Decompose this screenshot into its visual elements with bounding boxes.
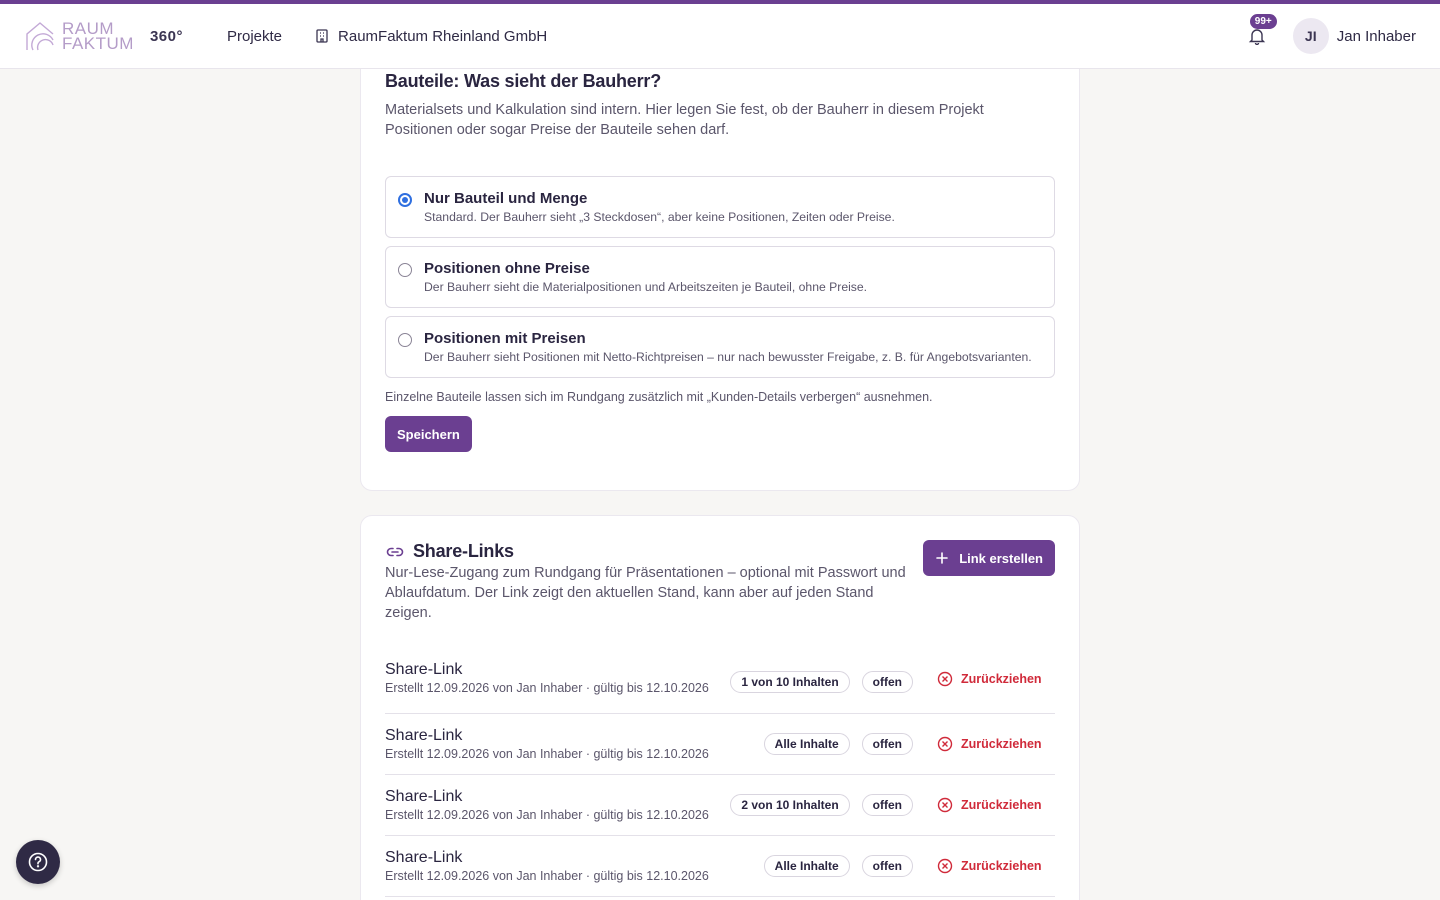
x-circle-icon bbox=[937, 858, 953, 874]
share-link-info: Share-Link Erstellt 12.09.2026 von Jan I… bbox=[385, 849, 752, 883]
scope-badge: 2 von 10 Inhalten bbox=[730, 794, 850, 816]
logo-wordmark: RAUM FAKTUM bbox=[62, 20, 134, 53]
question-circle-icon bbox=[28, 852, 48, 872]
revoke-label: Zurückziehen bbox=[961, 859, 1042, 873]
create-link-button[interactable]: Link erstellen bbox=[923, 540, 1055, 576]
company-switcher[interactable]: RaumFaktum Rheinland GmbH bbox=[314, 28, 547, 45]
share-link-title: Share-Link bbox=[385, 788, 463, 805]
share-link-meta: Erstellt 12.09.2026 von Jan Inhaber · gü… bbox=[385, 808, 709, 822]
share-links-description: Nur-Lese-Zugang zum Rundgang für Präsent… bbox=[385, 565, 906, 621]
share-links-card: Share-Links Nur-Lese-Zugang zum Rundgang… bbox=[360, 515, 1080, 900]
create-link-label: Link erstellen bbox=[959, 550, 1043, 566]
bell-icon bbox=[1248, 29, 1265, 45]
save-button[interactable]: Speichern bbox=[385, 416, 472, 452]
status-badge: offen bbox=[861, 733, 913, 755]
share-link-row: Share-Link Erstellt 12.09.2026 von Jan I… bbox=[385, 714, 1055, 775]
option-subtitle: Der Bauherr sieht Positionen mit Netto-R… bbox=[424, 350, 1032, 364]
nav-projects-link[interactable]: Projekte bbox=[227, 28, 282, 45]
radio-positions-no-prices[interactable] bbox=[398, 263, 412, 277]
share-link-title: Share-Link bbox=[385, 727, 463, 744]
visibility-description: Materialsets und Kalkulation sind intern… bbox=[385, 102, 984, 138]
option-positions-with-prices[interactable]: Positionen mit Preisen Der Bauherr sieht… bbox=[385, 316, 1055, 378]
logo-line-2: FAKTUM bbox=[62, 34, 134, 53]
header-right: 99+ JI Jan Inhaber bbox=[1243, 14, 1416, 54]
share-title-row: Share-Links bbox=[385, 541, 921, 562]
share-link-title: Share-Link bbox=[385, 661, 463, 678]
share-link-row: Share-Link Erstellt 12.09.2026 von Jan I… bbox=[385, 836, 1055, 897]
share-link-row: Share-Link Erstellt 12.09.2026 von Jan I… bbox=[385, 659, 1055, 714]
logo[interactable]: RAUM FAKTUM bbox=[24, 20, 134, 52]
revoke-button[interactable]: Zurückziehen bbox=[937, 736, 1055, 752]
share-links-title: Share-Links bbox=[413, 541, 514, 561]
building-icon bbox=[316, 29, 328, 43]
x-circle-icon bbox=[937, 736, 953, 752]
scope-badge: Alle Inhalte bbox=[763, 855, 850, 877]
house-logo-icon bbox=[26, 22, 54, 51]
plus-icon bbox=[936, 552, 948, 564]
revoke-label: Zurückziehen bbox=[961, 672, 1042, 686]
share-link-title: Share-Link bbox=[385, 849, 463, 866]
x-circle-icon bbox=[937, 797, 953, 813]
scope-badge: 1 von 10 Inhalten bbox=[730, 671, 850, 693]
help-button[interactable] bbox=[16, 840, 60, 884]
brand-360-label: 360° bbox=[149, 27, 183, 45]
visibility-settings-card: Bauteile: Was sieht der Bauherr? Materia… bbox=[360, 40, 1080, 491]
share-link-info: Share-Link Erstellt 12.09.2026 von Jan I… bbox=[385, 661, 718, 695]
revoke-label: Zurückziehen bbox=[961, 737, 1042, 751]
notification-count-badge: 99+ bbox=[1249, 14, 1277, 29]
visibility-title: Bauteile: Was sieht der Bauherr? bbox=[385, 71, 662, 91]
x-circle-icon bbox=[937, 671, 953, 687]
visibility-hint: Einzelne Bauteile lassen sich im Rundgan… bbox=[385, 390, 933, 404]
visibility-options: Nur Bauteil und Menge Standard. Der Bauh… bbox=[385, 176, 1055, 378]
option-title: Positionen mit Preisen bbox=[424, 330, 586, 347]
option-positions-no-prices[interactable]: Positionen ohne Preise Der Bauherr sieht… bbox=[385, 246, 1055, 308]
app-header: RAUM FAKTUM 360° Projekte RaumFaktum Rhe… bbox=[0, 4, 1440, 69]
option-quantity-only[interactable]: Nur Bauteil und Menge Standard. Der Bauh… bbox=[385, 176, 1055, 238]
share-link-row: Share-Link Erstellt 12.09.2026 von Jan I… bbox=[385, 775, 1055, 836]
share-link-meta: Erstellt 12.09.2026 von Jan Inhaber · gü… bbox=[385, 869, 709, 883]
option-title: Nur Bauteil und Menge bbox=[424, 190, 588, 207]
share-links-list: Share-Link Erstellt 12.09.2026 von Jan I… bbox=[385, 659, 1055, 897]
status-badge: offen bbox=[861, 794, 913, 816]
user-avatar[interactable]: JI bbox=[1292, 18, 1329, 54]
link-icon bbox=[386, 547, 404, 556]
option-title: Positionen ohne Preise bbox=[424, 260, 590, 277]
option-subtitle: Standard. Der Bauherr sieht „3 Steckdose… bbox=[424, 210, 895, 224]
status-badge: offen bbox=[861, 855, 913, 877]
share-link-meta: Erstellt 12.09.2026 von Jan Inhaber · gü… bbox=[385, 681, 709, 695]
user-name[interactable]: Jan Inhaber bbox=[1337, 28, 1416, 45]
revoke-button[interactable]: Zurückziehen bbox=[937, 671, 1055, 687]
scope-badge: Alle Inhalte bbox=[763, 733, 850, 755]
radio-quantity-only[interactable] bbox=[398, 193, 412, 207]
share-link-info: Share-Link Erstellt 12.09.2026 von Jan I… bbox=[385, 727, 752, 761]
revoke-button[interactable]: Zurückziehen bbox=[937, 797, 1055, 813]
status-badge: offen bbox=[861, 671, 913, 693]
share-link-info: Share-Link Erstellt 12.09.2026 von Jan I… bbox=[385, 788, 718, 822]
share-links-header: Share-Links Nur-Lese-Zugang zum Rundgang… bbox=[385, 540, 1055, 623]
radio-positions-with-prices[interactable] bbox=[398, 333, 412, 347]
option-subtitle: Der Bauherr sieht die Materialpositionen… bbox=[424, 280, 868, 294]
notifications-button[interactable]: 99+ bbox=[1243, 14, 1277, 50]
revoke-button[interactable]: Zurückziehen bbox=[937, 858, 1055, 874]
share-link-meta: Erstellt 12.09.2026 von Jan Inhaber · gü… bbox=[385, 747, 709, 761]
company-name: RaumFaktum Rheinland GmbH bbox=[338, 27, 548, 45]
revoke-label: Zurückziehen bbox=[961, 798, 1042, 812]
